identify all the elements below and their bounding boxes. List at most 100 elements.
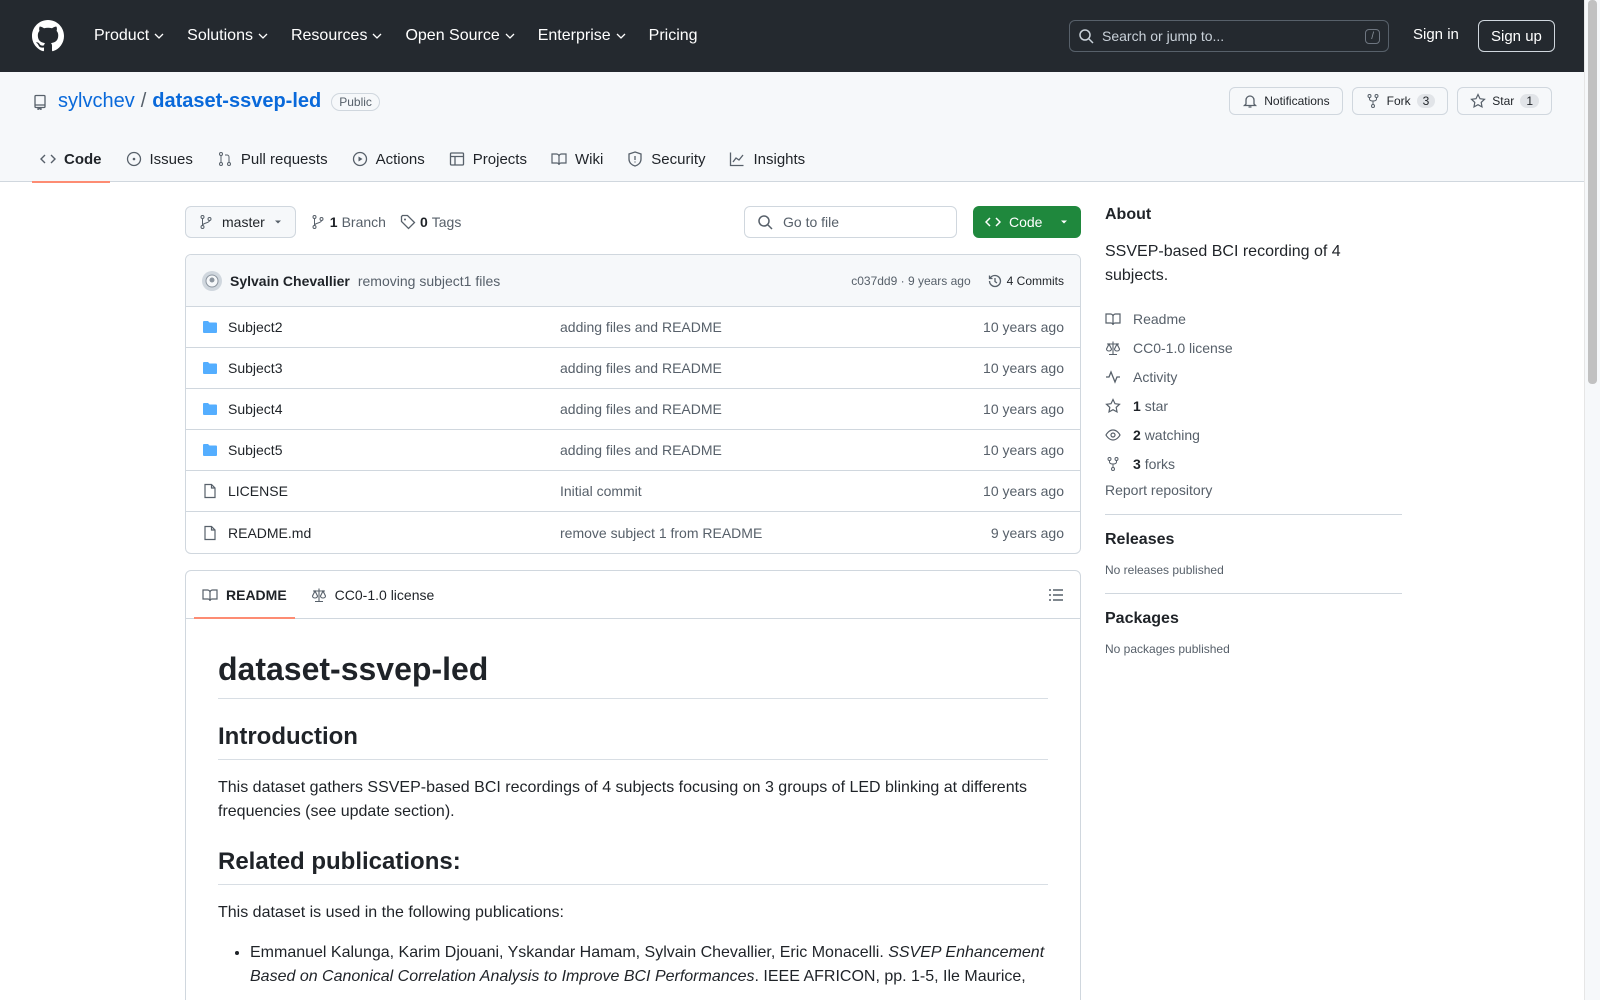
branch-count: 1 [329,214,338,230]
activity-link[interactable]: Activity [1105,362,1402,391]
file-name-link[interactable]: Subject5 [228,442,560,458]
eye-icon [1105,428,1121,441]
file-name-link[interactable]: Subject4 [228,401,560,417]
tab-actions[interactable]: Actions [344,136,433,182]
repo-name-link[interactable]: dataset-ssvep-led [152,90,321,113]
file-browser: Sylvain Chevallier removing subject1 fil… [185,254,1081,554]
commit-message-link[interactable]: removing subject1 files [358,273,500,289]
github-logo-icon[interactable] [32,20,64,52]
chevron-down-icon [616,33,626,39]
nav-open-source[interactable]: Open Source [397,20,523,52]
tab-insights[interactable]: Insights [721,136,813,182]
table-row[interactable]: Subject4 adding files and README 10 years … [186,389,1080,430]
commit-sha-time[interactable]: c037dd9 · 9 years ago [851,274,970,288]
nav-product-label: Product [94,27,150,44]
tab-pull-requests[interactable]: Pull requests [209,136,336,182]
releases-heading[interactable]: Releases [1105,531,1402,549]
law-icon [1105,341,1121,355]
stars-count: 1 [1133,397,1141,414]
code-dropdown-button[interactable]: Code [973,206,1081,238]
chevron-down-icon [372,33,382,39]
table-row[interactable]: LICENSE Initial commit 10 years ago [186,471,1080,512]
file-name-link[interactable]: Subject2 [228,319,560,335]
notifications-button[interactable]: Notifications [1229,87,1343,115]
branch-icon [200,215,212,229]
file-commit-message[interactable]: adding files and README [560,360,983,376]
book-icon [551,153,567,166]
tab-license[interactable]: CC0-1.0 license [303,571,443,618]
table-row[interactable]: README.md remove subject 1 from README 9 y… [186,512,1080,553]
pull-request-icon [218,152,231,166]
tab-issues[interactable]: Issues [118,136,201,182]
fork-button[interactable]: Fork 3 [1351,87,1449,115]
packages-heading[interactable]: Packages [1105,610,1402,628]
fork-icon [1107,456,1119,471]
watchers-link[interactable]: 2 watching [1105,420,1402,449]
file-commit-message[interactable]: adding files and README [560,442,983,458]
file-commit-message[interactable]: adding files and README [560,401,983,417]
tab-wiki[interactable]: Wiki [543,136,611,182]
play-icon [352,151,367,167]
repo-actions: Notifications Fork 3 Star 1 [1229,87,1552,115]
file-commit-message[interactable]: Initial commit [560,483,983,499]
commits-link[interactable]: 4 Commits [987,273,1064,289]
nav-enterprise[interactable]: Enterprise [530,20,635,52]
list-unordered-icon[interactable] [1048,587,1064,603]
fork-icon [1367,94,1379,108]
shield-icon [628,151,642,167]
file-name-link[interactable]: Subject3 [228,360,560,376]
nav-solutions[interactable]: Solutions [179,20,277,52]
commit-author-link[interactable]: Sylvain Chevallier [230,273,350,289]
search-placeholder: Search or jump to... [1102,28,1225,44]
star-icon [1470,93,1487,109]
intro-heading: Introduction [218,723,1048,760]
tab-security[interactable]: Security [619,136,713,182]
search-shortcut-key: / [1365,28,1380,44]
scrollbar-thumb[interactable] [1588,0,1597,384]
watching-count: 2 [1133,426,1141,443]
repo-owner-link[interactable]: sylvchev [58,90,135,113]
branch-select-button[interactable]: master [185,206,296,238]
file-name-link[interactable]: LICENSE [228,483,560,499]
file-commit-date: 10 years ago [983,483,1064,499]
sign-up-button[interactable]: Sign up [1478,20,1555,52]
file-commit-date: 10 years ago [983,442,1064,458]
caret-down-icon [1061,220,1067,224]
branches-link[interactable]: 1 Branch [310,214,386,230]
history-icon [988,274,1001,287]
go-to-file-placeholder: Go to file [783,214,840,230]
latest-commit-bar: Sylvain Chevallier removing subject1 fil… [186,255,1080,307]
tab-code[interactable]: Code [32,136,110,183]
file-name-link[interactable]: README.md [228,525,560,541]
report-repository-link[interactable]: Report repository [1105,482,1402,498]
releases-empty-text: No releases published [1105,563,1224,577]
table-row[interactable]: Subject3 adding files and README 10 years … [186,348,1080,389]
nav-product[interactable]: Product [86,20,173,52]
table-icon [449,152,464,166]
readme-link-label: Readme [1133,310,1186,327]
page-scrollbar[interactable] [1584,0,1600,1000]
tab-readme[interactable]: README [194,571,295,619]
forks-link[interactable]: 3 forks [1105,449,1402,478]
avatar[interactable] [202,270,222,291]
tab-code-label: Code [64,150,102,168]
code-icon [985,217,1001,227]
stars-link[interactable]: 1 star [1105,391,1402,420]
stars-label: star [1144,397,1169,414]
intro-paragraph: This dataset gathers SSVEP-based BCI rec… [218,779,1028,820]
tab-projects[interactable]: Projects [441,136,535,182]
sign-in-link[interactable]: Sign in [1413,26,1459,43]
tags-link[interactable]: 0 Tags [400,214,461,230]
nav-pricing[interactable]: Pricing [641,20,706,52]
go-to-file-input[interactable]: Go to file [744,206,957,238]
table-row[interactable]: Subject2 adding files and README 10 years … [186,307,1080,348]
readme-link[interactable]: Readme [1105,304,1402,333]
global-header: Product Solutions Resources Open Source … [0,0,1584,72]
search-input[interactable]: Search or jump to... / [1069,20,1389,52]
nav-resources[interactable]: Resources [283,20,391,52]
file-commit-message[interactable]: adding files and README [560,319,983,335]
license-link[interactable]: CC0-1.0 license [1105,333,1402,362]
table-row[interactable]: Subject5 adding files and README 10 years … [186,430,1080,471]
star-button[interactable]: Star 1 [1457,87,1552,115]
file-commit-message[interactable]: remove subject 1 from README [560,525,991,541]
